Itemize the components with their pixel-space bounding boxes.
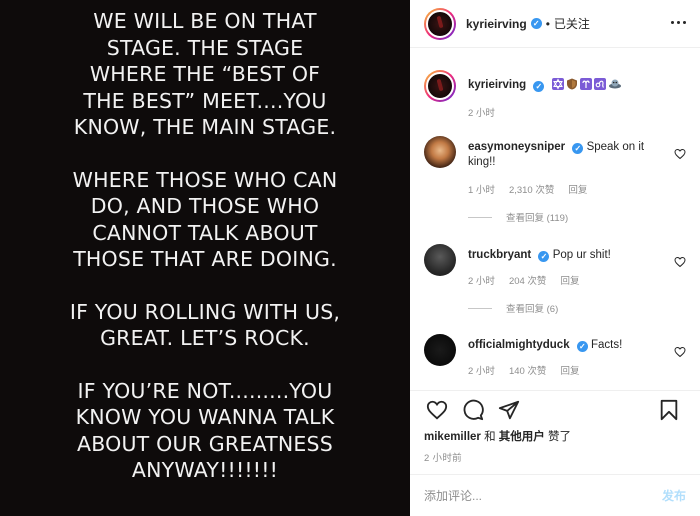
post-text-line: KNOW, THE MAIN STAGE. [73,115,337,139]
likes-suffix: 赞了 [544,431,571,443]
other-likers-link[interactable]: 其他用户 [499,431,545,443]
comment-item: easymoneysniper ✓ Speak on it king!! 1 小… [424,136,690,224]
reply-button[interactable]: 回复 [560,273,579,287]
alien-icon [608,78,621,90]
comment-likes[interactable]: 140 次赞 [509,363,547,377]
separator-dot: • [545,16,550,31]
author-avatar[interactable] [424,7,456,40]
post-text-line: STAGE. THE STAGE [106,35,304,60]
comment-meta: 2 小时 204 次赞 回复 [468,273,690,287]
comment-item: truckbryant ✓ Pop ur shit! 2 小时 204 次赞 回… [424,244,690,315]
reply-button[interactable]: 回复 [560,363,579,377]
paper-plane-icon [498,400,520,419]
caption-username[interactable]: kyrieirving [468,79,526,91]
commenter-username[interactable]: officialmightyduck [468,339,570,351]
post-header: kyrieirving ✓ • 已关注 [410,0,700,48]
heart-icon [426,400,448,419]
verified-badge-icon: ✓ [530,18,542,29]
commenter-avatar[interactable] [424,334,456,366]
comment-time: 1 小时 [468,185,495,196]
follow-status-button[interactable]: 已关注 [554,15,590,32]
bookmark-icon [660,399,678,421]
post-timestamp[interactable]: 2 小时前 [424,450,462,464]
comment-input[interactable] [424,488,662,503]
comment-text: Pop ur shit! [552,249,611,261]
aries-icon [579,78,592,90]
post-actions-bar [410,390,700,428]
post-text-paragraph-2: WHERE THOSE WHO CAN DO, AND THOSE WHO CA… [73,167,338,273]
verified-badge-icon: ✓ [576,341,588,352]
likes-summary: mikemiller 和 其他用户 赞了 [424,428,571,444]
post-text-line: ABOUT OUR GREATNESS [77,431,333,456]
caption-time: 2 小时 [468,108,495,119]
comment-time: 2 小时 [468,366,495,377]
post-text-paragraph-3: IF YOU ROLLING WITH US, GREAT. LET’S ROC… [70,299,340,352]
like-comment-heart-icon[interactable] [674,346,686,358]
comment-time: 2 小时 [468,276,495,287]
caption-emojis [551,78,621,90]
view-replies-button[interactable]: 查看回复 (119) [468,210,690,224]
add-comment-bar: 发布 [410,474,700,516]
more-options-icon[interactable] [666,10,690,34]
verified-badge-icon: ✓ [533,81,545,92]
comment-likes[interactable]: 2,310 次赞 [509,182,554,196]
post-text-line: THOSE THAT ARE DOING. [73,247,337,271]
post-image: WE WILL BE ON THAT STAGE. THE STAGE WHER… [0,0,410,516]
post-text-line: KNOW YOU WANNA TALK [75,405,335,429]
author-username[interactable]: kyrieirving [466,17,527,31]
commenter-username[interactable]: truckbryant [468,249,531,261]
post-text-line: GREAT. LET’S ROCK. [100,326,310,350]
post-text-line: WHERE THOSE WHO CAN [72,167,338,192]
post-text-line: DO, AND THOSE WHO [90,194,320,218]
post-comment-button[interactable]: 发布 [662,487,686,504]
share-button[interactable] [496,397,522,423]
post-text-line: IF YOU’RE NOT.........YOU [77,378,333,403]
leo-icon [593,78,606,90]
comment-body: truckbryant ✓ Pop ur shit! [468,244,690,263]
shield-icon [566,78,578,90]
comment-body: easymoneysniper ✓ Speak on it king!! [468,136,690,170]
comment-button[interactable] [460,397,486,423]
comment-likes[interactable]: 204 次赞 [509,273,547,287]
post-side-panel: kyrieirving ✓ • 已关注 kyrieirving ✓ 2 小时 e… [410,0,700,516]
comment-text: Facts! [591,339,623,351]
caption-meta: 2 小时 [468,105,690,119]
post-text-line: WE WILL BE ON THAT [93,9,317,33]
post-text-line: ANYWAY!!!!!!! [131,458,279,482]
commenter-avatar[interactable] [424,244,456,276]
commenter-username[interactable]: easymoneysniper [468,141,565,153]
like-comment-heart-icon[interactable] [674,256,686,268]
comment-meta: 2 小时 140 次赞 回复 [468,363,690,377]
post-text-line: CANNOT TALK ABOUT [92,220,318,245]
comment-meta: 1 小时 2,310 次赞 回复 [468,182,690,196]
caption: kyrieirving ✓ 2 小时 [424,70,690,119]
star-of-david-icon [551,78,564,90]
verified-badge-icon: ✓ [538,251,550,262]
comment-bubble-icon [463,399,484,420]
post-text-line: WHERE THE “BEST OF [89,62,321,86]
reply-button[interactable]: 回复 [568,182,587,196]
comment-body: officialmightyduck ✓ Facts! [468,334,690,353]
view-replies-label: 查看回复 (119) [506,213,569,224]
save-button[interactable] [656,397,682,423]
comment-item: officialmightyduck ✓ Facts! 2 小时 140 次赞 … [424,334,690,377]
likes-connector: 和 [480,431,499,443]
commenter-avatar[interactable] [424,136,456,168]
comments-list: kyrieirving ✓ 2 小时 easymoneysniper ✓ Spe… [410,48,700,390]
post-text-paragraph-1: WE WILL BE ON THAT STAGE. THE STAGE WHER… [74,8,336,141]
view-replies-button[interactable]: 查看回复 (6) [468,301,690,315]
verified-badge-icon: ✓ [572,143,584,154]
post-text-line: THE BEST” MEET....YOU [83,88,327,113]
post-text-line: IF YOU ROLLING WITH US, [69,299,341,324]
liker-username[interactable]: mikemiller [424,431,481,443]
like-comment-heart-icon[interactable] [674,148,686,160]
post-text-paragraph-4: IF YOU’RE NOT.........YOU KNOW YOU WANNA… [76,378,335,484]
caption-avatar[interactable] [424,70,456,102]
like-button[interactable] [424,397,450,423]
view-replies-label: 查看回复 (6) [506,304,559,315]
